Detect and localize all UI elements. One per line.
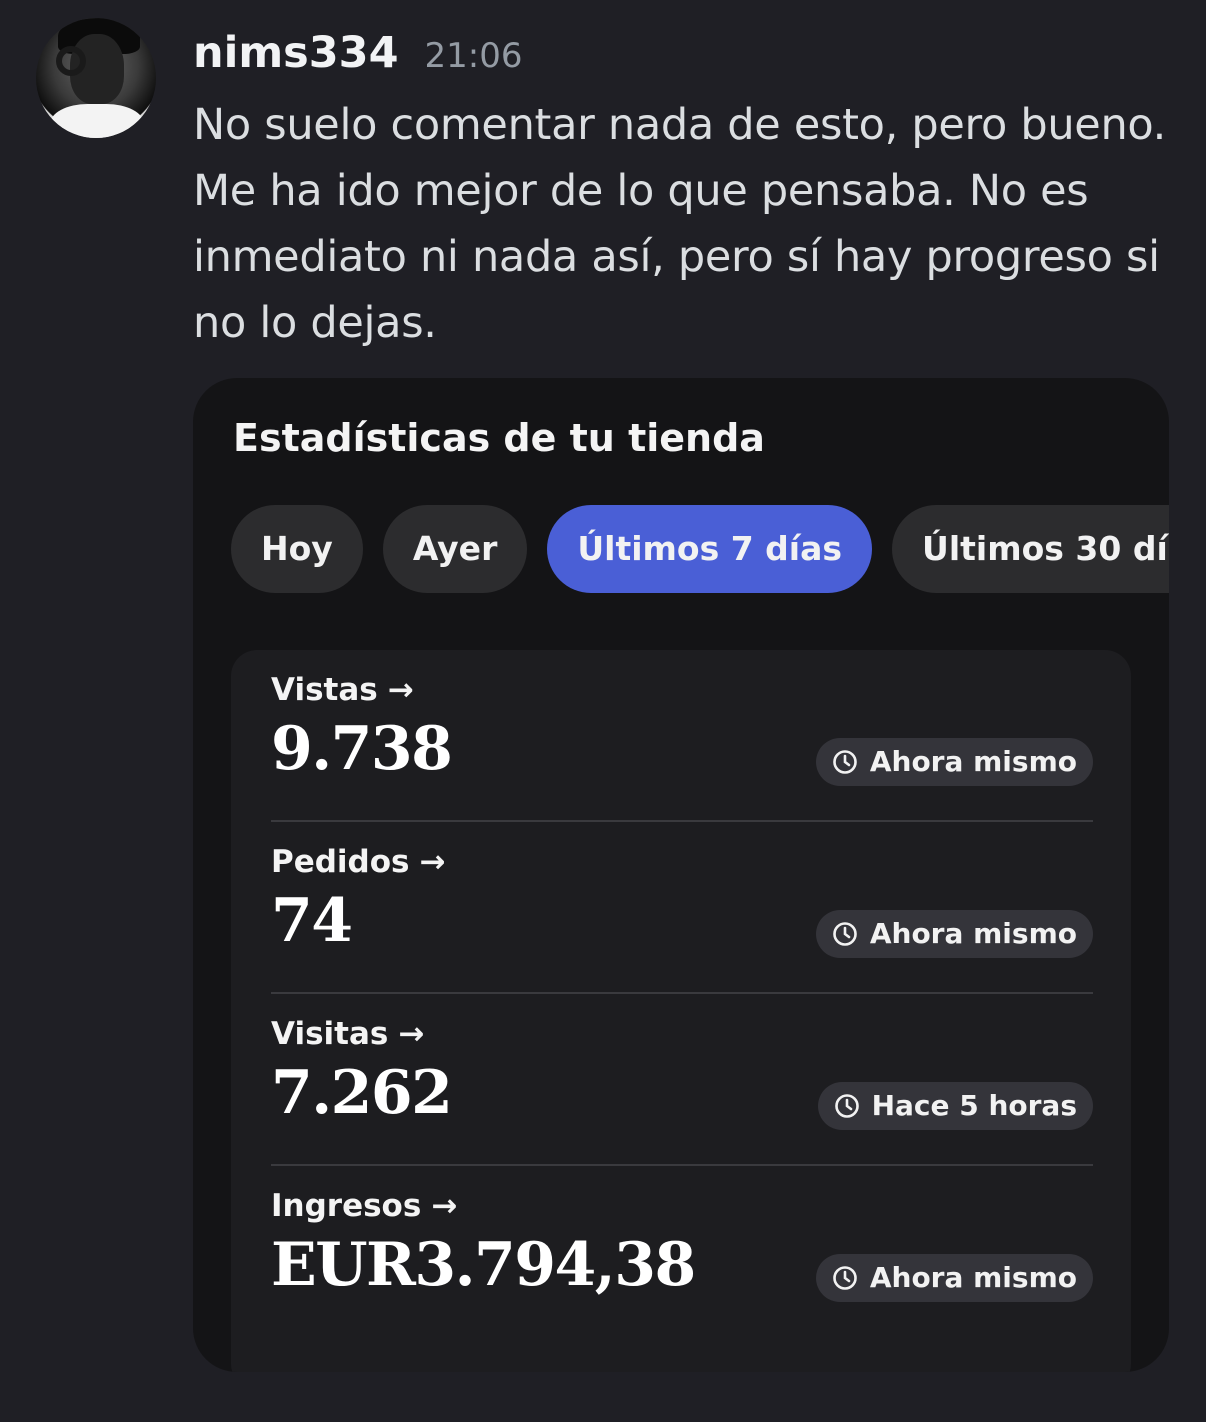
stat-row-views[interactable]: Vistas → 9.738 Ahora mismo bbox=[271, 650, 1093, 822]
message-timestamp: 21:06 bbox=[424, 36, 523, 76]
message-text: No suelo comentar nada de esto, pero bue… bbox=[193, 100, 1167, 348]
arrow-right-icon: → bbox=[387, 672, 414, 708]
updated-badge: Ahora mismo bbox=[815, 738, 1093, 786]
stat-row-orders[interactable]: Pedidos → 74 Ahora mismo bbox=[271, 822, 1093, 994]
updated-badge: Ahora mismo bbox=[815, 910, 1093, 958]
updated-text: Ahora mismo bbox=[869, 1261, 1077, 1294]
user-avatar[interactable] bbox=[36, 18, 156, 138]
updated-text: Hace 5 horas bbox=[871, 1089, 1077, 1122]
stat-label[interactable]: Pedidos → bbox=[271, 844, 446, 880]
stat-label[interactable]: Visitas → bbox=[271, 1016, 424, 1052]
attached-image[interactable]: Estadísticas de tu tienda Hoy Ayer Últim… bbox=[193, 378, 1169, 1372]
stat-label-text: Pedidos bbox=[271, 844, 410, 880]
stat-label-text: Visitas bbox=[271, 1016, 389, 1052]
username[interactable]: nims334 bbox=[193, 28, 399, 78]
updated-badge: Ahora mismo bbox=[815, 1254, 1093, 1302]
clock-icon bbox=[834, 1094, 859, 1118]
message-header: nims334 21:06 bbox=[193, 28, 523, 78]
arrow-right-icon: → bbox=[431, 1188, 458, 1224]
stat-label-text: Vistas bbox=[271, 672, 378, 708]
period-tabs: Hoy Ayer Últimos 7 días Últimos 30 días bbox=[231, 505, 1169, 593]
stat-label[interactable]: Ingresos → bbox=[271, 1188, 457, 1224]
arrow-right-icon: → bbox=[398, 1016, 425, 1052]
updated-badge: Hace 5 horas bbox=[817, 1082, 1093, 1130]
chat-message: nims334 21:06 No suelo comentar nada de … bbox=[0, 0, 1206, 1422]
arrow-right-icon: → bbox=[419, 844, 446, 880]
updated-text: Ahora mismo bbox=[869, 745, 1077, 778]
stat-value: 9.738 bbox=[271, 714, 453, 784]
stat-value: 7.262 bbox=[271, 1058, 453, 1128]
stat-value: EUR3.794,38 bbox=[271, 1230, 696, 1300]
stat-row-visits[interactable]: Visitas → 7.262 Hace 5 horas bbox=[271, 994, 1093, 1166]
tab-last-30-days[interactable]: Últimos 30 días bbox=[892, 505, 1169, 593]
avatar-shirt bbox=[50, 104, 144, 138]
stat-row-revenue[interactable]: Ingresos → EUR3.794,38 Ahora mismo bbox=[271, 1166, 1093, 1338]
clock-icon bbox=[833, 922, 857, 946]
stats-panel: Vistas → 9.738 Ahora mismo Pedidos → 74 Ah… bbox=[231, 650, 1131, 1372]
clock-icon bbox=[833, 750, 857, 774]
updated-text: Ahora mismo bbox=[869, 917, 1077, 950]
tab-last-7-days[interactable]: Últimos 7 días bbox=[547, 505, 873, 593]
tab-yesterday[interactable]: Ayer bbox=[382, 505, 528, 593]
clock-icon bbox=[833, 1266, 857, 1290]
store-stats-title: Estadísticas de tu tienda bbox=[233, 416, 765, 460]
stat-label-text: Ingresos bbox=[271, 1188, 422, 1224]
stat-label[interactable]: Vistas → bbox=[271, 672, 414, 708]
avatar-hand bbox=[56, 46, 86, 76]
tab-today[interactable]: Hoy bbox=[231, 505, 363, 593]
stat-value: 74 bbox=[271, 886, 353, 956]
